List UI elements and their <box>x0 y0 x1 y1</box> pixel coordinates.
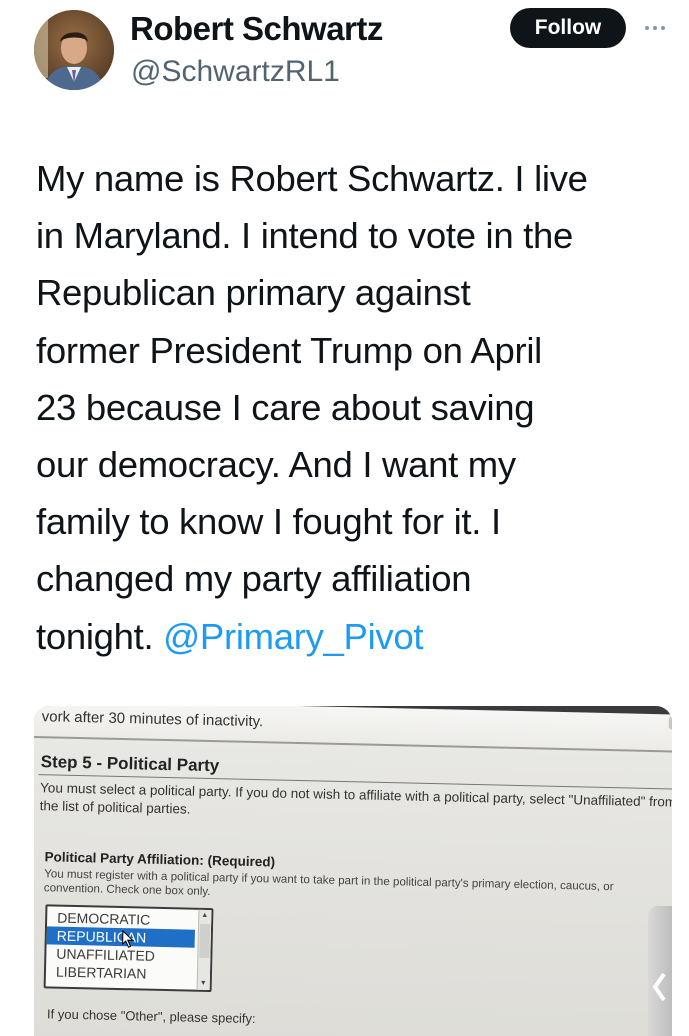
post-text-line: 23 because I care about saving <box>36 386 535 428</box>
follow-button[interactable]: Follow <box>510 8 626 48</box>
photo-top-text: vork after 30 minutes of inactivity. <box>41 708 264 731</box>
post-text-line: our democracy. And I want my <box>36 444 516 486</box>
post-text-line: Republican primary against <box>36 272 471 314</box>
post-text-line: tonight. @Primary_Pivot <box>36 608 681 665</box>
scroll-down-icon: ▼ <box>199 979 207 987</box>
post-text-line: family to know I fought for it. I <box>36 501 501 543</box>
photographed-screen: vork after 30 minutes of inactivity. Ste… <box>34 706 672 1036</box>
step-title: Step 5 - Political Party <box>40 752 220 776</box>
more-icon[interactable] <box>639 14 671 42</box>
post-text-tail: tonight. <box>36 615 164 657</box>
scroll-up-icon: ▲ <box>201 911 209 920</box>
author-name[interactable]: Robert Schwartz <box>130 10 383 48</box>
chevron-left-icon <box>652 972 666 1002</box>
post-text-line: former President Trump on April <box>36 329 542 371</box>
photo-topright-tag <box>668 716 672 730</box>
affiliation-description: You must register with a political party… <box>43 867 614 899</box>
post-text: My name is Robert Schwartz. I live in Ma… <box>36 150 681 665</box>
party-option-libertarian: LIBERTARIAN <box>55 963 147 982</box>
mention-link[interactable]: @Primary_Pivot <box>163 616 423 657</box>
post-photo[interactable]: vork after 30 minutes of inactivity. Ste… <box>34 706 672 1036</box>
photo-topbar: vork after 30 minutes of inactivity. <box>34 706 672 753</box>
affiliation-title: Political Party Affiliation: (Required) <box>44 849 276 870</box>
avatar[interactable] <box>34 10 114 90</box>
device-bezel <box>648 906 672 1036</box>
listbox-scrollbar: ▲ ▼ <box>196 909 212 991</box>
scroll-thumb <box>199 923 211 959</box>
mouse-cursor-icon <box>122 930 135 948</box>
post-text-line: changed my party affiliation <box>36 558 472 600</box>
author-handle[interactable]: @SchwartzRL1 <box>131 55 340 89</box>
post-text-line: in Maryland. I intend to vote in the <box>36 215 574 257</box>
other-specify-label: If you chose "Other", please specify: <box>46 1006 256 1027</box>
post-text-line: My name is Robert Schwartz. I live <box>36 158 588 199</box>
post-header: Robert Schwartz @SchwartzRL1 Follow <box>0 0 689 110</box>
